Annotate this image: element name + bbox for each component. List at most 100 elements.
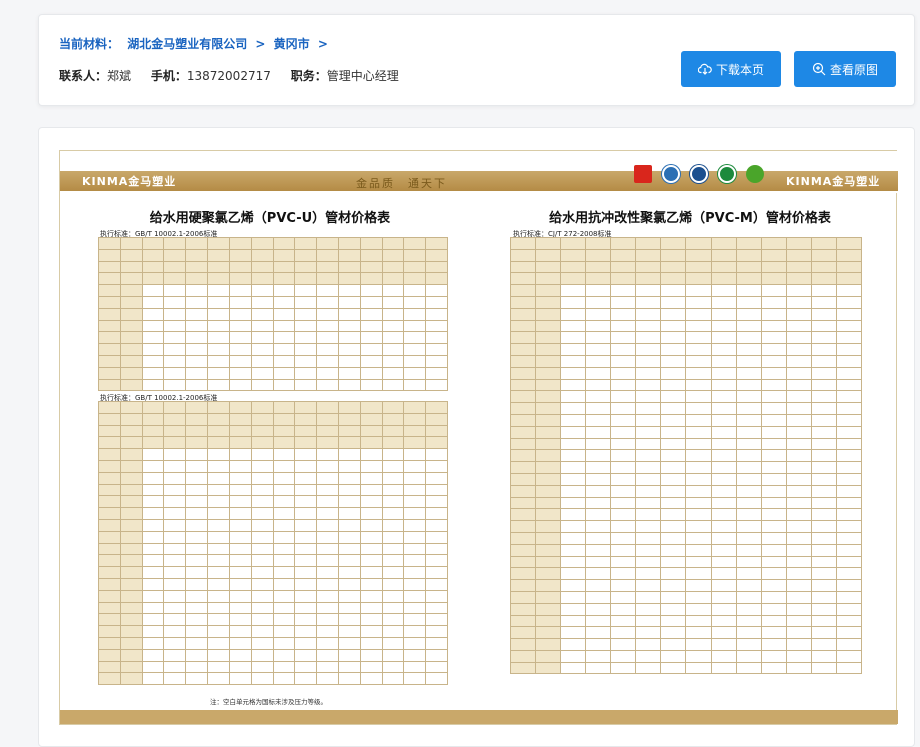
table-cell <box>359 366 383 380</box>
table-cell <box>119 589 143 603</box>
table-cell <box>785 343 812 356</box>
table-cell <box>535 378 562 392</box>
table-row <box>98 625 448 638</box>
table-cell <box>98 401 121 414</box>
table-cell <box>585 260 612 274</box>
table-cell <box>163 625 187 638</box>
view-original-button[interactable]: 查看原图 <box>794 51 896 87</box>
table-cell <box>685 602 712 616</box>
table-cell <box>228 483 252 497</box>
table-cell <box>185 424 209 438</box>
table-cell <box>760 508 787 522</box>
table-cell <box>735 520 762 533</box>
table-cell <box>735 661 762 675</box>
download-button[interactable]: 下载本页 <box>681 51 781 87</box>
table-cell <box>785 425 812 439</box>
table-cell <box>710 661 737 675</box>
table-row <box>509 272 863 286</box>
table-cell <box>141 554 165 568</box>
table-cell <box>163 613 187 627</box>
table-cell <box>760 531 787 545</box>
table-cell <box>250 495 274 509</box>
table-cell <box>560 508 587 522</box>
table-cell <box>185 436 209 450</box>
table-cell <box>294 366 318 380</box>
table-cell <box>610 354 637 368</box>
table-cell <box>163 589 187 603</box>
table-cell <box>119 601 143 615</box>
table-cell <box>207 260 230 274</box>
table-cell <box>141 636 165 650</box>
table-cell <box>207 272 230 286</box>
table-cell <box>98 636 121 650</box>
table-cell <box>560 461 587 474</box>
table-cell <box>272 554 296 568</box>
table-cell <box>635 531 662 545</box>
table-cell <box>810 402 837 415</box>
table-cell <box>250 378 274 392</box>
table-cell <box>359 260 383 274</box>
table-cell <box>316 307 339 321</box>
table-cell <box>316 601 339 615</box>
table-cell <box>381 648 405 662</box>
price-sheet-image[interactable]: KINMA金马塑业 金品质 通天下 KINMA金马塑业 给水用硬聚氯乙烯（PVC… <box>59 150 898 725</box>
table-cell <box>141 237 165 250</box>
table-row <box>509 237 863 250</box>
table-cell <box>425 660 448 674</box>
table-cell <box>560 319 587 333</box>
table-cell <box>272 331 296 345</box>
table-cell <box>785 272 812 286</box>
breadcrumb-city-link[interactable]: 黄冈市 <box>274 37 310 51</box>
table-row <box>98 459 448 473</box>
table-cell <box>425 331 448 345</box>
table-row <box>98 424 448 438</box>
table-cell <box>141 354 165 368</box>
table-cell <box>381 589 405 603</box>
table-cell <box>141 284 165 297</box>
table-cell <box>337 331 361 345</box>
table-cell <box>294 636 318 650</box>
table-cell <box>250 589 274 603</box>
table-cell <box>685 390 712 404</box>
table-cell <box>359 601 383 615</box>
table-cell <box>403 495 427 509</box>
table-cell <box>760 437 787 451</box>
table-cell <box>785 472 812 486</box>
table-cell <box>316 401 339 414</box>
table-cell <box>735 555 762 569</box>
table-cell <box>610 638 637 651</box>
table-cell <box>163 448 187 461</box>
table-row <box>98 284 448 297</box>
table-cell <box>228 412 252 426</box>
table-cell <box>760 390 787 404</box>
table-cell <box>509 508 537 522</box>
table-cell <box>560 649 587 663</box>
table-cell <box>710 567 737 581</box>
table-cell <box>163 660 187 674</box>
table-row <box>509 413 863 427</box>
table-cell <box>535 638 562 651</box>
table-cell <box>207 307 230 321</box>
table-cell <box>228 542 252 556</box>
table-cell <box>810 366 837 380</box>
table-cell <box>710 260 737 274</box>
table-cell <box>272 436 296 450</box>
breadcrumb-company-link[interactable]: 湖北金马塑业有限公司 <box>127 37 247 51</box>
table-cell <box>207 672 230 686</box>
table-cell <box>785 602 812 616</box>
table-cell <box>119 248 143 262</box>
table-cell <box>560 260 587 274</box>
table-cell <box>316 459 339 473</box>
table-cell <box>835 614 863 628</box>
table-cell <box>228 566 252 579</box>
table-cell <box>560 425 587 439</box>
table-cell <box>560 331 587 345</box>
table-cell <box>710 425 737 439</box>
table-cell <box>185 471 209 485</box>
table-cell <box>163 424 187 438</box>
table-cell <box>98 660 121 674</box>
table-cell <box>685 649 712 663</box>
table-cell <box>185 260 209 274</box>
table-cell <box>250 648 274 662</box>
table-cell <box>710 543 737 557</box>
